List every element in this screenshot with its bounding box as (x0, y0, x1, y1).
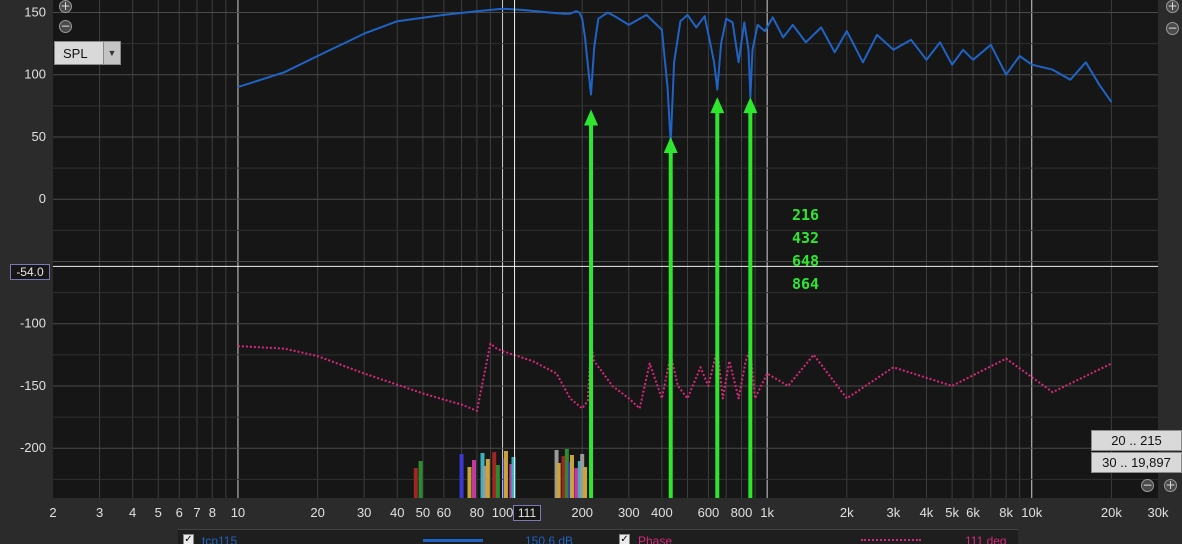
histogram-bar (418, 461, 423, 498)
x-tick-label: 4 (129, 505, 136, 520)
x-tick-label: 800 (731, 505, 753, 520)
x-tick-label: 30 (357, 505, 371, 520)
histogram-bar (574, 468, 579, 498)
x-tick-label: 5 (155, 505, 162, 520)
x-tick-label: 2k (840, 505, 854, 520)
x-tick-label: 3k (887, 505, 901, 520)
y-tick-label: 150 (24, 4, 46, 19)
histogram-bar (459, 454, 464, 498)
cursor-y-readout: -54.0 (10, 264, 50, 280)
y-tick-label: 100 (24, 67, 46, 82)
x-tick-label: 300 (618, 505, 640, 520)
x-tick-label: 100 (492, 505, 514, 520)
x-tick-label: 8k (999, 505, 1013, 520)
x-tick-label: 2 (49, 505, 56, 520)
y-tick-label: -100 (20, 316, 46, 331)
x-tick-label: 8 (209, 505, 216, 520)
histogram-bar (471, 460, 476, 498)
histogram-bar (495, 465, 500, 498)
chevron-down-icon: ▼ (103, 42, 120, 64)
histogram-bar (485, 459, 490, 498)
zoom-out-icon[interactable]: − (59, 20, 72, 33)
x-tick-label: 80 (470, 505, 484, 520)
x-tick-label: 4k (920, 505, 934, 520)
zoom-in-icon[interactable]: + (59, 0, 72, 13)
harmonic-frequency-label: 216 (792, 206, 819, 224)
rta-window: 150 100 50 0 -100 -150 -200 2 3 4 5 6 7 8 10 20 30 40 50 6… (0, 0, 1182, 544)
view-selector-value: SPL (63, 46, 88, 61)
x-tick-label: 6 (176, 505, 183, 520)
zoom-in-icon[interactable]: + (1164, 479, 1177, 492)
view-selector[interactable]: SPL ▼ (54, 41, 121, 65)
histogram-bar (583, 467, 588, 498)
spl-phase-chart[interactable]: 150 100 50 0 -100 -150 -200 2 3 4 5 6 7 8 10 20 30 40 50 6… (0, 0, 1182, 543)
harmonic-frequency-label: 432 (792, 229, 819, 247)
x-tick-label: 400 (651, 505, 673, 520)
zoom-in-icon[interactable]: + (1166, 0, 1179, 13)
histogram-bar (556, 463, 561, 498)
histogram-bar (413, 468, 418, 498)
harmonic-frequency-label: 648 (792, 252, 819, 270)
histogram-bar (467, 467, 472, 498)
x-tick-label: 10 (231, 505, 245, 520)
x-tick-label: 20 (310, 505, 324, 520)
histogram-bar (492, 452, 497, 498)
histogram-bar (569, 455, 574, 498)
x-tick-label: 200 (571, 505, 593, 520)
legend-bar: ✓ tcp115 150.6 dB ✓ Phase 111 deg (178, 529, 1018, 544)
x-tick-label: 50 (416, 505, 430, 520)
trace-color-swatch (423, 539, 483, 542)
x-tick-label: 1k (760, 505, 774, 520)
x-tick-label: 20k (1101, 505, 1122, 520)
zoom-out-icon[interactable]: − (1166, 22, 1179, 35)
x-tick-label: 30k (1148, 505, 1169, 520)
x-tick-label: 600 (698, 505, 720, 520)
x-tick-label: 5k (945, 505, 959, 520)
x-tick-label: 7 (193, 505, 200, 520)
range-full-button[interactable]: 30 .. 19,897 (1091, 452, 1182, 473)
y-tick-label: 50 (32, 129, 46, 144)
y-tick-label: 0 (39, 191, 46, 206)
x-tick-label: 40 (390, 505, 404, 520)
x-tick-label: 10k (1021, 505, 1042, 520)
phase-color-swatch (861, 539, 921, 541)
zoom-out-icon[interactable]: − (1141, 479, 1154, 492)
range-low-button[interactable]: 20 .. 215 (1091, 430, 1182, 451)
x-tick-label: 3 (96, 505, 103, 520)
x-tick-label: 6k (966, 505, 980, 520)
y-tick-label: -200 (20, 440, 46, 455)
histogram-bar (503, 451, 508, 498)
y-tick-label: -150 (20, 378, 46, 393)
cursor-x-readout: 111 (513, 505, 541, 521)
harmonic-frequency-label: 864 (792, 275, 819, 293)
x-tick-label: 60 (437, 505, 451, 520)
